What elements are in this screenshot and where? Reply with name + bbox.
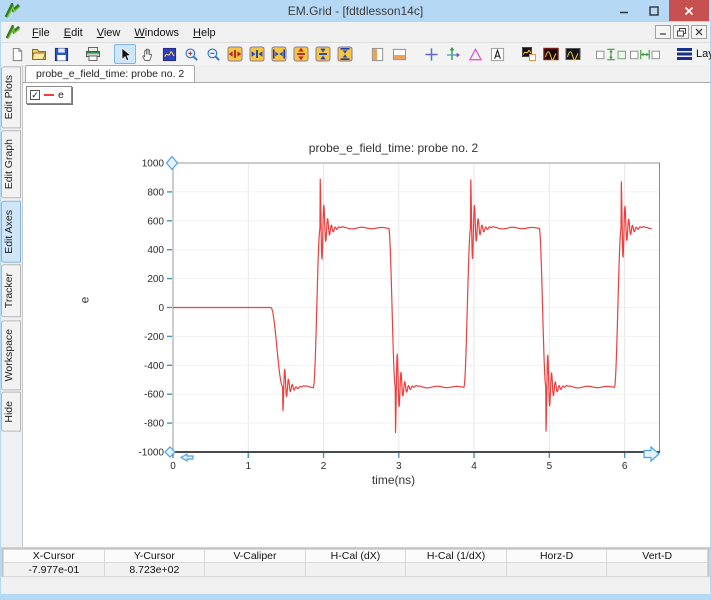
x-tick-label: 0 (170, 461, 176, 471)
y-tick-label: 400 (147, 245, 164, 256)
status-header-horz-d: Horz-D (506, 550, 607, 563)
menu-file[interactable]: File (25, 24, 57, 42)
text-annotation-icon[interactable] (486, 44, 508, 64)
fit-horizontal-icon[interactable] (268, 44, 290, 64)
shrink-vertical-icon[interactable] (312, 44, 334, 64)
legend-label: e (58, 89, 64, 101)
new-file-icon[interactable] (6, 44, 28, 64)
status-header-x-cursor: X-Cursor (4, 550, 105, 563)
plot-area: ✓ e probe_e_field_time: probe no. 2 e ti… (23, 82, 710, 547)
x-tick-label: 3 (396, 461, 402, 471)
mdi-close-button[interactable] (691, 25, 707, 39)
add-cursor-icon[interactable] (420, 44, 442, 64)
title-bar: EM.Grid - [fdtdlesson14c] (0, 0, 711, 22)
layout-icon (677, 48, 692, 60)
rail-tab-edit-axes[interactable]: Edit Axes (1, 201, 21, 263)
rail-tab-workspace[interactable]: Workspace (1, 320, 21, 390)
rail-tab-edit-plots[interactable]: Edit Plots (1, 66, 21, 128)
layout-label: Layout (696, 48, 711, 60)
mdi-minimize-button[interactable] (655, 25, 671, 39)
zoom-in-icon[interactable] (180, 44, 202, 64)
shrink-horizontal-icon[interactable] (246, 44, 268, 64)
delta-marker-icon[interactable] (464, 44, 486, 64)
zoom-window-icon[interactable] (158, 44, 180, 64)
rail-tab-tracker[interactable]: Tracker (1, 264, 21, 317)
y-tick-label: -800 (144, 419, 164, 430)
fit-vertical-icon[interactable] (334, 44, 356, 64)
status-value-y-cursor: 8.723e+02 (104, 563, 205, 577)
status-header-h-cal-1-dx-: H-Cal (1/dX) (406, 550, 507, 563)
bottom-panel-icon[interactable] (388, 44, 410, 64)
status-value-v-caliper (205, 563, 306, 577)
equalize-vertical-spacing-icon[interactable] (594, 44, 628, 64)
expand-vertical-icon[interactable] (290, 44, 312, 64)
maximize-button[interactable] (639, 0, 669, 21)
status-value-vert-d (607, 563, 708, 577)
minimize-button[interactable] (609, 0, 639, 21)
layout-menu-button[interactable]: Layout (672, 46, 711, 62)
app-window: EM.Grid - [fdtdlesson14c] FileEditViewWi… (0, 0, 711, 600)
status-header-v-caliper: V-Caliper (205, 550, 306, 563)
y-tick-label: -1000 (138, 448, 164, 459)
plot-style-2-icon[interactable] (562, 44, 584, 64)
y-tick-label: 0 (158, 303, 164, 314)
x-tick-label: 4 (471, 461, 477, 471)
x-tick-label: 6 (622, 461, 628, 471)
window-title: EM.Grid - [fdtdlesson14c] (0, 4, 711, 18)
menu-bar: FileEditViewWindowsHelp (1, 22, 710, 43)
y-tick-label: 800 (147, 187, 164, 198)
rail-tab-edit-graph[interactable]: Edit Graph (1, 130, 21, 198)
x-tick-label: 1 (245, 461, 251, 471)
toolbar: Layout (1, 43, 710, 65)
status-value-x-cursor: -7.977e-01 (4, 563, 105, 577)
y-tick-label: -600 (144, 390, 164, 401)
expand-horizontal-icon[interactable] (224, 44, 246, 64)
status-header-h-cal-dx-: H-Cal (dX) (305, 550, 406, 563)
y-tick-label: 600 (147, 216, 164, 227)
axes-tool-icon[interactable] (442, 44, 464, 64)
save-icon[interactable] (50, 44, 72, 64)
close-button[interactable] (669, 0, 709, 21)
menu-edit[interactable]: Edit (57, 24, 90, 42)
legend: ✓ e (26, 86, 72, 104)
axis-handle-bottom-right (644, 447, 659, 461)
copy-plot-icon[interactable] (518, 44, 540, 64)
axis-handle-bottom-left-arrow (181, 454, 193, 461)
menu-view[interactable]: View (90, 24, 128, 42)
equalize-horizontal-spacing-icon[interactable] (628, 44, 662, 64)
document-logo-icon (5, 25, 21, 40)
pan-tool-icon[interactable] (136, 44, 158, 64)
menu-windows[interactable]: Windows (127, 24, 186, 42)
menu-help[interactable]: Help (186, 24, 223, 42)
chart-xlabel: time(ns) (150, 473, 637, 487)
tab-strip: probe_e_field_time: probe no. 2 (23, 65, 710, 82)
rail-tab-hide[interactable]: Hide (1, 392, 21, 432)
y-tick-label: -200 (144, 332, 164, 343)
plot-style-1-icon[interactable] (540, 44, 562, 64)
pointer-tool-icon[interactable] (114, 44, 136, 64)
y-tick-label: 1000 (142, 159, 165, 170)
legend-line-sample (44, 94, 54, 96)
axis-handle-top-left (167, 157, 178, 170)
legend-checkbox[interactable]: ✓ (30, 90, 40, 100)
side-rail: Edit PlotsEdit Graph Edit AxesTracker Work… (1, 65, 23, 547)
status-value-h-cal-1-dx- (406, 563, 507, 577)
status-header-vert-d: Vert-D (607, 550, 708, 563)
window-status-strip (1, 577, 710, 594)
status-value-horz-d (506, 563, 607, 577)
mdi-restore-button[interactable] (673, 25, 689, 39)
y-tick-label: -400 (144, 361, 164, 372)
x-tick-label: 2 (321, 461, 327, 471)
status-header-y-cursor: Y-Cursor (104, 550, 205, 563)
cursor-status-bar: X-CursorY-CursorV-CaliperH-Cal (dX)H-Cal… (2, 548, 709, 577)
plot-tab[interactable]: probe_e_field_time: probe no. 2 (25, 65, 195, 82)
open-file-icon[interactable] (28, 44, 50, 64)
plot-canvas[interactable]: -1000 -800 -600 -400 -200 0 200 400 600 800 1000 0 1… (60, 136, 660, 471)
left-panel-icon[interactable] (366, 44, 388, 64)
print-icon[interactable] (82, 44, 104, 64)
x-tick-label: 5 (547, 461, 553, 471)
status-value-h-cal-dx- (305, 563, 406, 577)
zoom-out-icon[interactable] (202, 44, 224, 64)
y-tick-label: 200 (147, 274, 164, 285)
